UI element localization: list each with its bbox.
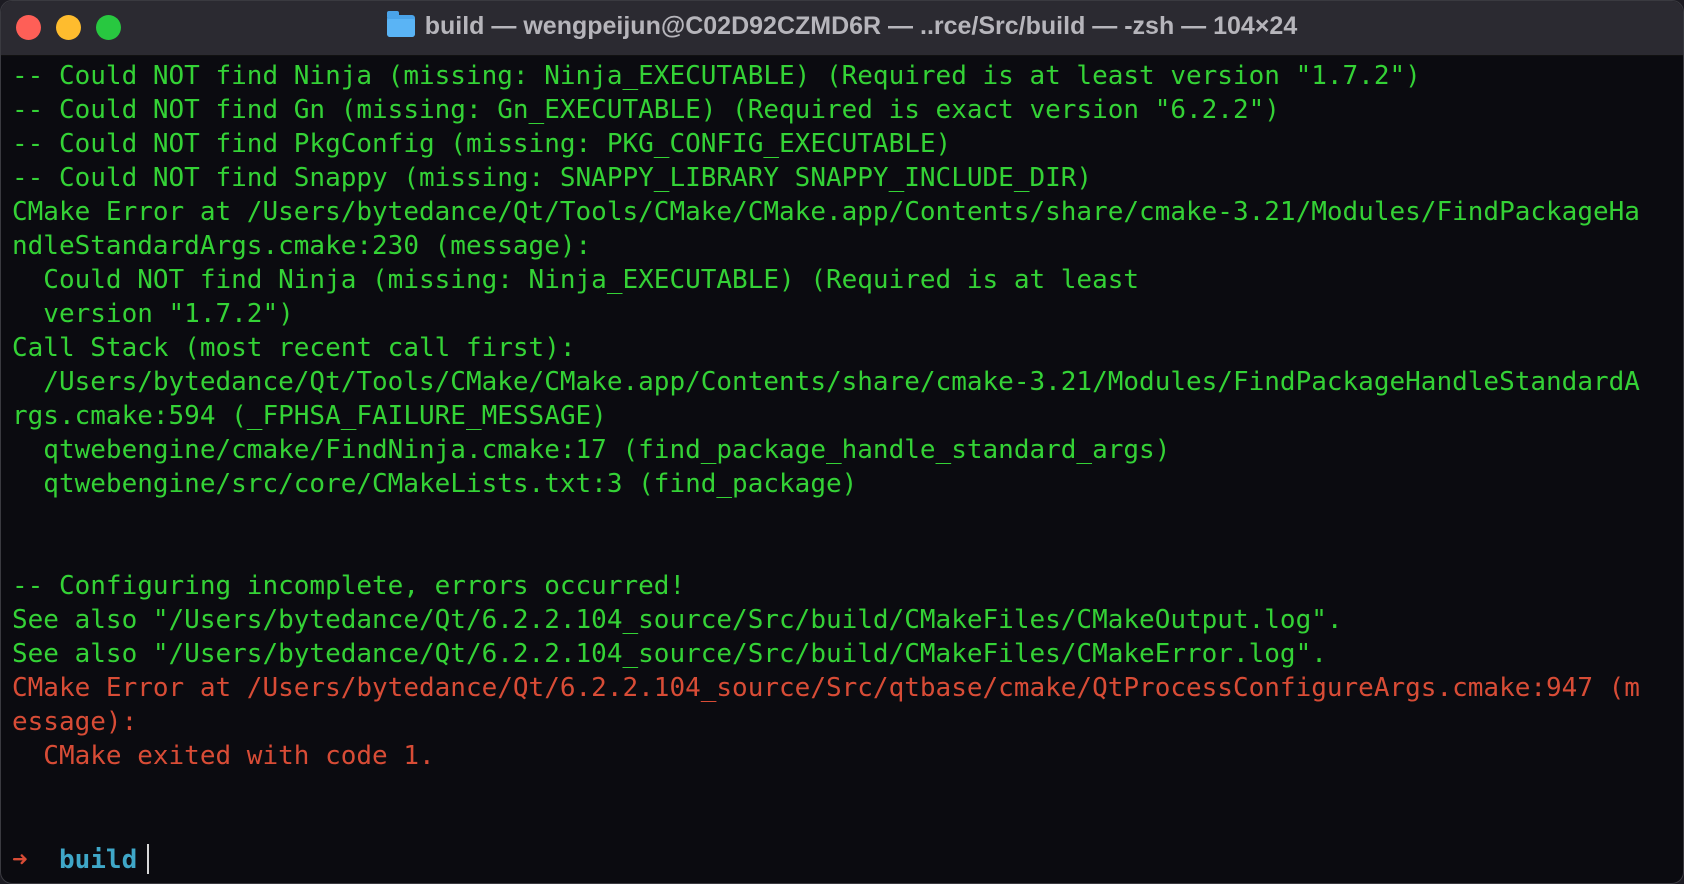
terminal-line: See also "/Users/bytedance/Qt/6.2.2.104_… <box>12 605 1343 635</box>
terminal-line: ndleStandardArgs.cmake:230 (message): <box>12 231 592 261</box>
terminal-line: rgs.cmake:594 (_FPHSA_FAILURE_MESSAGE) <box>12 401 607 431</box>
terminal-line: -- Could NOT find Ninja (missing: Ninja_… <box>12 61 1421 91</box>
terminal-line: /Users/bytedance/Qt/Tools/CMake/CMake.ap… <box>12 367 1640 397</box>
folder-icon <box>386 11 415 37</box>
terminal-line: Could NOT find Ninja (missing: Ninja_EXE… <box>12 265 1140 295</box>
terminal-line: qtwebengine/src/core/CMakeLists.txt:3 (f… <box>12 469 858 499</box>
terminal-line: qtwebengine/cmake/FindNinja.cmake:17 (fi… <box>12 435 1171 465</box>
text-cursor <box>147 844 150 874</box>
title-bar[interactable]: build — wengpeijun@C02D92CZMD6R — ..rce/… <box>1 1 1683 56</box>
prompt-arrow-icon: ➜ <box>12 845 28 875</box>
terminal-line: CMake Error at /Users/bytedance/Qt/Tools… <box>12 197 1640 227</box>
prompt-directory: build <box>58 845 138 875</box>
terminal-line: -- Could NOT find Snappy (missing: SNAPP… <box>12 163 1093 193</box>
terminal-window: build — wengpeijun@C02D92CZMD6R — ..rce/… <box>0 0 1684 884</box>
shell-prompt[interactable]: ➜ build <box>12 843 150 877</box>
terminal-line: CMake Error at /Users/bytedance/Qt/6.2.2… <box>12 673 1640 703</box>
terminal-line: -- Could NOT find Gn (missing: Gn_EXECUT… <box>12 95 1280 125</box>
terminal-line: CMake exited with code 1. <box>12 741 435 771</box>
terminal-line: See also "/Users/bytedance/Qt/6.2.2.104_… <box>12 639 1327 669</box>
terminal-line: Call Stack (most recent call first): <box>12 333 576 363</box>
window-title-container: build — wengpeijun@C02D92CZMD6R — ..rce/… <box>1 11 1683 41</box>
window-title: build — wengpeijun@C02D92CZMD6R — ..rce/… <box>424 12 1298 40</box>
terminal-line: essage): <box>12 707 138 737</box>
terminal-line: -- Could NOT find PkgConfig (missing: PK… <box>12 129 952 159</box>
terminal-output[interactable]: -- Could NOT find Ninja (missing: Ninja_… <box>12 59 1676 773</box>
terminal-line: version "1.7.2") <box>12 299 294 329</box>
terminal-line: -- Configuring incomplete, errors occurr… <box>12 571 686 601</box>
